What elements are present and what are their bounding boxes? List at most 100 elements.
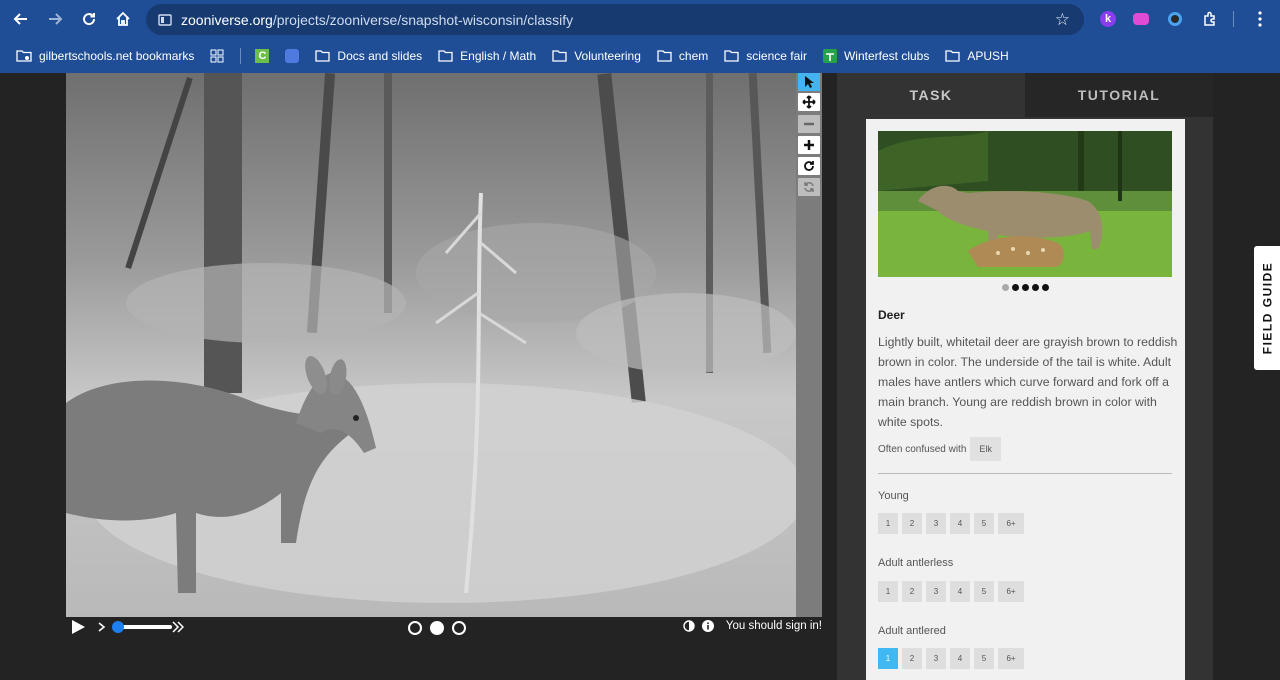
bookmark-label: APUSH [967,48,1009,63]
count-option[interactable]: 1 [878,581,898,602]
carousel-dot[interactable] [1042,284,1049,291]
arrow-left-icon [13,13,27,25]
species-example-photo[interactable] [878,131,1172,277]
bookmark-english-math[interactable]: English / Math [438,49,536,63]
carousel-dot[interactable] [1012,284,1019,291]
count-option-selected[interactable]: 1 [878,648,898,669]
count-option[interactable]: 3 [926,581,946,602]
count-option[interactable]: 5 [974,581,994,602]
menu-kebab-icon[interactable] [1250,9,1270,29]
tab-tutorial[interactable]: TUTORIAL [1025,73,1213,117]
pointer-tool-button[interactable] [798,73,820,91]
often-confused-row: Often confused with Elk [878,437,1001,461]
folder-icon [315,49,331,62]
reload-button[interactable] [72,4,106,34]
count-option[interactable]: 5 [974,513,994,534]
url-path: /projects/zooniverse/snapshot-wisconsin/… [272,11,574,28]
bookmark-chem[interactable]: chem [657,49,708,63]
bookmark-gilbertschools[interactable]: gilbertschools.net bookmarks [16,49,194,63]
subject-image[interactable] [66,73,796,617]
carousel-dot[interactable] [1002,284,1009,291]
speed-slider-thumb[interactable] [112,621,124,633]
count-option[interactable]: 6+ [998,648,1024,669]
question-label-young: Young [878,490,909,502]
zoom-out-button[interactable] [798,115,820,133]
field-guide-button[interactable]: FIELD GUIDE [1254,246,1280,370]
info-icon[interactable] [702,620,714,632]
bookmark-science-fair[interactable]: science fair [724,49,807,63]
bookmark-volunteering[interactable]: Volunteering [552,49,641,63]
forward-button[interactable] [38,4,72,34]
bookmarks-divider [240,47,242,64]
bookmark-label: science fair [746,48,807,63]
contrast-icon[interactable] [683,620,695,632]
reload-icon [83,13,96,26]
count-option[interactable]: 1 [878,513,898,534]
species-name: Deer [878,308,905,322]
rotate-button[interactable] [798,157,820,175]
managed-folder-icon [16,49,32,63]
url-text: zooniverse.org/projects/zooniverse/snaps… [181,12,573,28]
frame-dot-2[interactable] [430,621,444,635]
play-icon[interactable] [70,619,86,635]
apps-grid-button[interactable] [210,49,224,63]
divider [878,473,1172,474]
frame-dot-1[interactable] [408,621,422,635]
sign-in-message[interactable]: You should sign in! [726,620,822,632]
move-tool-button[interactable] [798,93,820,111]
url-host: zooniverse.org [181,11,273,28]
count-options-young: 1 2 3 4 5 6+ [878,513,1024,534]
count-options-adult-antlerless: 1 2 3 4 5 6+ [878,581,1024,602]
step-forward-icon[interactable] [98,622,106,632]
bookmark-label: Winterfest clubs [843,48,930,63]
count-option[interactable]: 6+ [998,581,1024,602]
c-app-icon: C [255,48,270,63]
count-option[interactable]: 6+ [998,513,1024,534]
question-label-adult-antlerless: Adult antlerless [878,557,954,569]
bookmark-winterfest-clubs[interactable]: Winterfest clubs [822,48,930,63]
bookmark-c-app[interactable]: C [255,48,270,63]
toolbar-divider [1233,11,1234,27]
extension-k-icon[interactable]: k [1098,9,1118,29]
bookmark-stripe-app[interactable] [285,48,300,63]
count-option[interactable]: 2 [902,648,922,669]
plus-icon [804,140,814,150]
tab-task[interactable]: TASK [837,73,1025,117]
count-option[interactable]: 2 [902,513,922,534]
count-option[interactable]: 3 [926,513,946,534]
count-option[interactable]: 4 [950,648,970,669]
rotate-icon [804,161,814,171]
bookmark-apush[interactable]: APUSH [945,48,1009,63]
confused-species-chip[interactable]: Elk [970,437,1001,461]
bookmark-star-icon[interactable]: ☆ [1055,10,1070,30]
arrow-right-icon [49,13,63,25]
zoom-in-button[interactable] [798,136,820,154]
photo-carousel-dots [866,284,1185,291]
reset-button[interactable] [798,178,820,196]
back-button[interactable] [4,4,38,34]
apps-grid-icon [210,49,224,62]
count-option[interactable]: 3 [926,648,946,669]
count-option[interactable]: 4 [950,513,970,534]
sheets-icon [822,48,837,63]
site-info-icon[interactable] [156,13,174,27]
carousel-dot[interactable] [1032,284,1039,291]
home-button[interactable] [106,4,140,34]
bookmark-docs-and-slides[interactable]: Docs and slides [315,49,422,63]
often-confused-label: Often confused with [878,443,967,455]
count-option[interactable]: 5 [974,648,994,669]
frame-dot-3[interactable] [452,621,466,635]
count-option[interactable]: 2 [902,581,922,602]
deer-example-image [878,131,1172,277]
extension-puzzle-color-icon[interactable] [1165,9,1185,29]
count-option[interactable]: 4 [950,581,970,602]
address-bar[interactable]: zooniverse.org/projects/zooniverse/snaps… [146,4,1084,35]
browser-toolbar: zooniverse.org/projects/zooniverse/snaps… [0,0,1280,38]
extensions-icon[interactable] [1200,9,1220,29]
bookmark-label: gilbertschools.net bookmarks [39,48,195,63]
extension-camera-icon[interactable] [1131,9,1151,29]
carousel-dot[interactable] [1022,284,1029,291]
stripe-app-icon [285,48,300,63]
species-card: Deer Lightly built, whitetail deer are g… [866,119,1185,680]
fast-forward-icon[interactable] [172,621,184,633]
